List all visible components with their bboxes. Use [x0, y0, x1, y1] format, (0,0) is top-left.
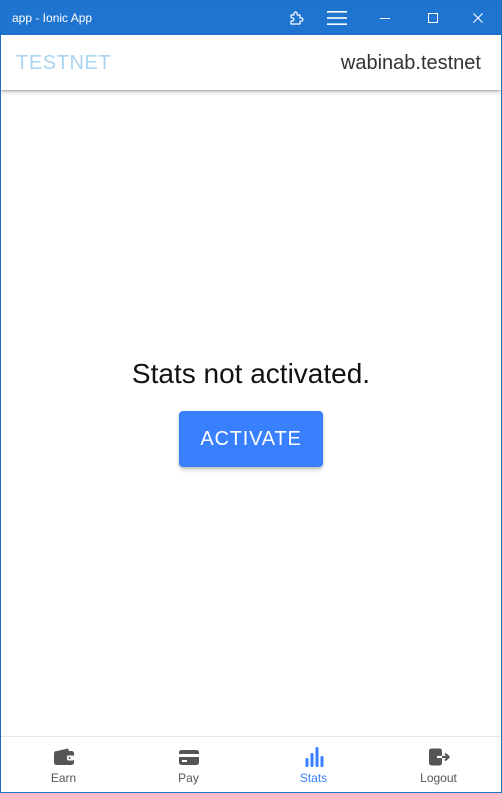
account-name: wabinab.testnet: [340, 52, 481, 74]
tab-label: Logout: [420, 771, 457, 785]
extensions-button[interactable]: [283, 1, 309, 35]
minimize-button[interactable]: [365, 1, 405, 35]
maximize-button[interactable]: [413, 1, 453, 35]
network-label: TESTNET: [16, 52, 112, 74]
title-bar[interactable]: app - Ionic App: [1, 1, 501, 35]
tab-label: Pay: [178, 771, 199, 785]
activate-button[interactable]: ACTIVATE: [179, 411, 323, 467]
tab-label: Earn: [50, 771, 77, 785]
wallet-icon: [53, 748, 74, 765]
menu-button[interactable]: [321, 1, 353, 35]
puzzle-icon: [290, 11, 304, 25]
status-message: Stats not activated.: [131, 358, 371, 389]
hamburger-menu-icon: [327, 11, 347, 25]
close-icon: [473, 13, 483, 23]
app-window: app - Ionic App TESTNET wabinab.testnet …: [0, 0, 502, 793]
app-header: TESTNET wabinab.testnet: [1, 35, 501, 90]
main-content: Stats not activated. ACTIVATE: [1, 90, 501, 736]
tab-pay[interactable]: Pay: [126, 737, 251, 792]
tab-bar: Earn Pay Stats Logout: [1, 736, 501, 792]
close-button[interactable]: [458, 1, 498, 35]
tab-label: Stats: [299, 771, 328, 785]
minimize-icon: [380, 18, 390, 19]
tab-logout[interactable]: Logout: [376, 737, 501, 792]
logout-icon: [428, 748, 450, 766]
stats-chart-icon: [305, 747, 323, 767]
tab-earn[interactable]: Earn: [1, 737, 126, 792]
tab-stats[interactable]: Stats: [251, 737, 376, 792]
window-title: app - Ionic App: [12, 11, 93, 25]
card-icon: [178, 750, 199, 765]
maximize-icon: [428, 13, 438, 23]
